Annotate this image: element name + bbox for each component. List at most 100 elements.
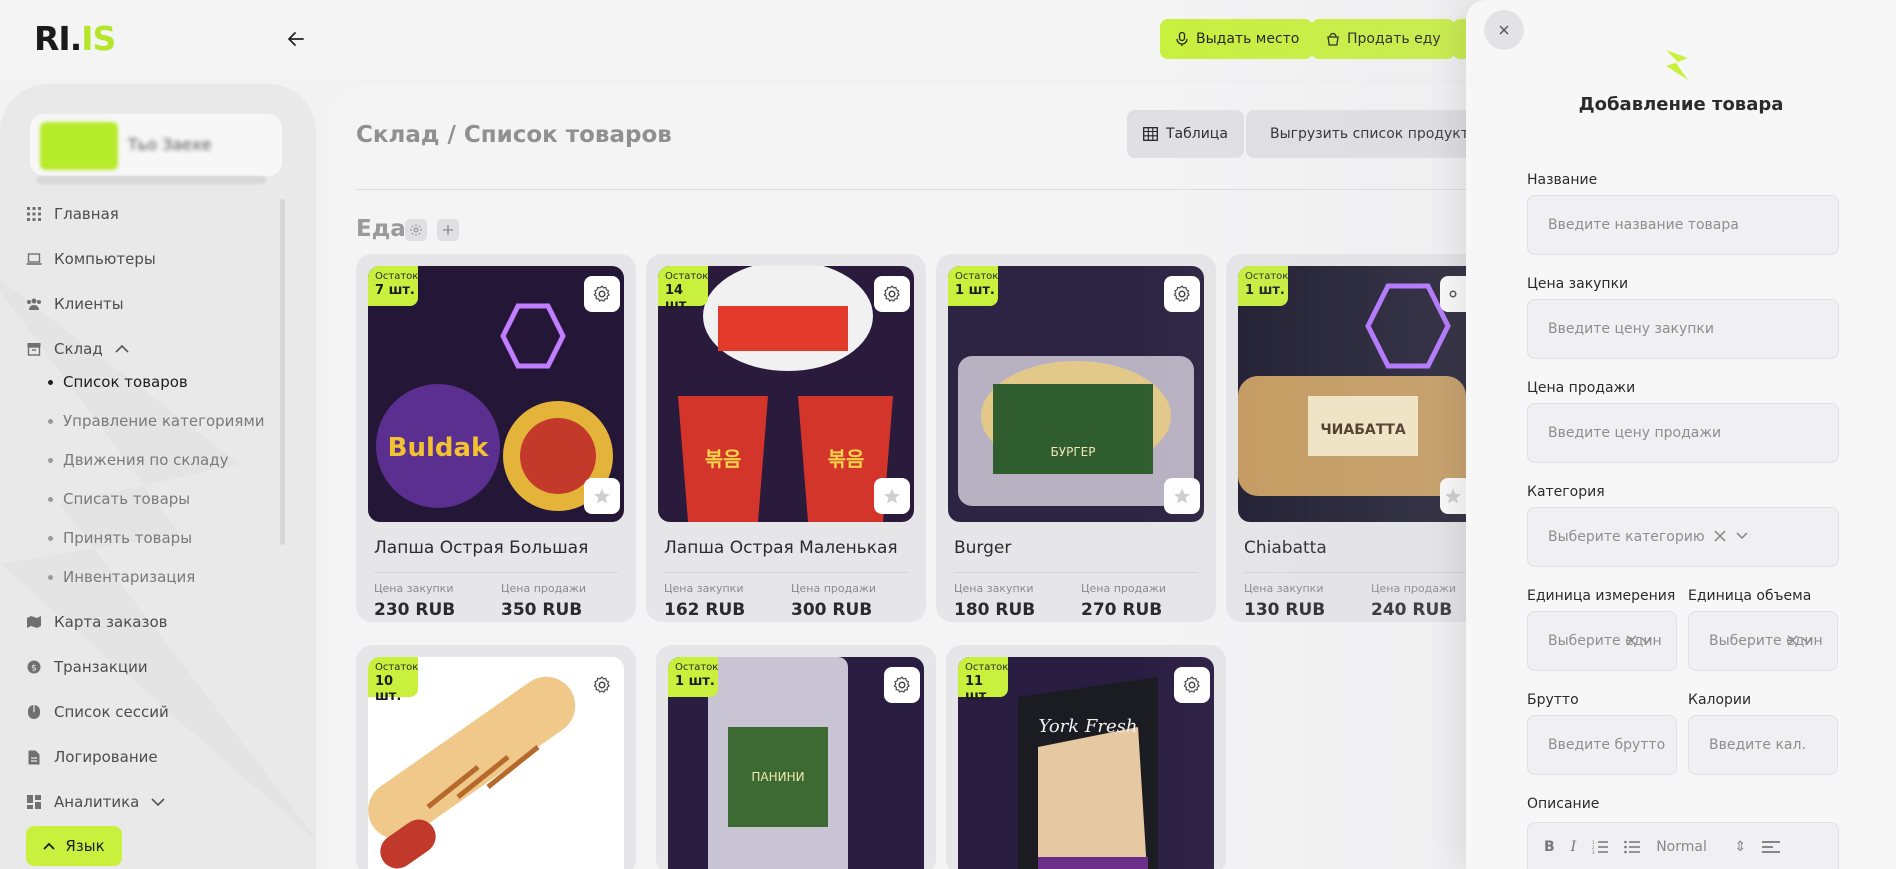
sidebar-item-label: Главная — [54, 205, 119, 223]
ordered-list-icon[interactable]: 123 — [1592, 840, 1609, 854]
assign-seat-button[interactable]: Выдать место — [1160, 19, 1314, 59]
back-button[interactable] — [282, 26, 310, 52]
purchase-price-input[interactable]: Введите цену закупки — [1527, 299, 1839, 359]
sidebar-item-logging[interactable]: Логирование — [26, 746, 158, 768]
sell-food-button[interactable]: Продать еду — [1311, 19, 1455, 59]
subitem-label: Движения по складу — [63, 451, 229, 469]
purchase-price-label: Цена закупки — [374, 582, 454, 595]
sidebar-subitem-categories[interactable]: Управление категориями — [44, 410, 265, 432]
unit-select[interactable]: Выберите един — [1527, 611, 1677, 671]
map-icon — [26, 614, 42, 630]
sidebar-item-home[interactable]: Главная — [26, 203, 119, 225]
sidebar-item-order-map[interactable]: Карта заказов — [26, 611, 167, 633]
category-select[interactable]: Выберите категорию — [1527, 507, 1839, 567]
italic-button[interactable]: I — [1571, 839, 1577, 855]
table-view-label: Таблица — [1166, 126, 1228, 142]
sidebar-subitem-receive[interactable]: Принять товары — [44, 527, 192, 549]
svg-text:Buldak: Buldak — [388, 433, 489, 463]
sidebar-item-transactions[interactable]: $ Транзакции — [26, 656, 148, 678]
drawer-title: Добавление товара — [1578, 94, 1784, 115]
stock-badge: Остаток 1 шт. — [668, 657, 718, 697]
clock-icon — [26, 704, 42, 720]
product-settings-button[interactable] — [874, 276, 910, 312]
export-products-button[interactable]: Выгрузить список продуктов — [1246, 110, 1466, 158]
product-settings-button[interactable] — [584, 276, 620, 312]
sale-price-label: Цена продажи — [501, 582, 587, 595]
sidebar-item-clients[interactable]: Клиенты — [26, 293, 124, 315]
product-card[interactable]: БУРГЕР Остаток 1 шт. Burger Цена закупки … — [936, 254, 1216, 622]
sidebar-subitem-write-off[interactable]: Списать товары — [44, 488, 190, 510]
logo-accent-text: IS — [81, 18, 116, 58]
product-card[interactable]: 볶음 볶음 Остаток 14 шт. Лапша Острая Маленька… — [646, 254, 926, 622]
sidebar-subitem-movements[interactable]: Движения по складу — [44, 449, 228, 471]
align-icon[interactable] — [1762, 840, 1781, 854]
sidebar-item-sessions[interactable]: Список сессий — [26, 701, 169, 723]
product-settings-button[interactable] — [1440, 276, 1466, 312]
bullet — [48, 457, 53, 463]
chevron-down-icon[interactable] — [1641, 637, 1652, 645]
club-selector[interactable]: Тьо Заехе — [30, 114, 282, 176]
laptop-icon — [26, 251, 42, 267]
product-card[interactable]: Остаток 10 шт. — [356, 645, 636, 869]
add-product-drawer: Добавление товара Название Введите назва… — [1466, 0, 1896, 869]
table-view-button[interactable]: Таблица — [1127, 110, 1244, 158]
purchase-price-label: Цена закупки — [954, 582, 1034, 595]
category-select-controls — [1714, 530, 1748, 542]
volume-unit-select[interactable]: Выберите един — [1688, 611, 1838, 671]
app-logo[interactable]: RI. IS — [34, 18, 116, 58]
chevron-up-icon — [43, 842, 55, 850]
product-card[interactable]: Buldak Остаток 7 шт. Лапша Острая Большая… — [356, 254, 636, 622]
calories-input[interactable]: Введите кал. — [1688, 715, 1838, 775]
stock-badge: Остаток 10 шт. — [368, 657, 418, 704]
product-settings-button[interactable] — [1164, 276, 1200, 312]
sidebar-item-analytics[interactable]: Аналитика — [26, 791, 165, 813]
product-card[interactable]: ЧИАБАТТА Остаток 1 шт. Chiabatta Цена зак… — [1226, 254, 1466, 622]
text-style-select[interactable]: Normal ⇕ — [1656, 839, 1746, 855]
chevron-down-icon[interactable] — [1736, 532, 1748, 540]
sidebar-scrollbar[interactable] — [280, 199, 285, 545]
favorite-button[interactable] — [584, 478, 620, 514]
bold-button[interactable]: B — [1544, 839, 1555, 855]
subitem-label: Списать товары — [63, 490, 191, 508]
clear-icon[interactable] — [1626, 635, 1637, 646]
bullet-list-icon[interactable] — [1624, 840, 1641, 854]
sale-price-input[interactable]: Введите цену продажи — [1527, 403, 1839, 463]
sidebar-item-label: Список сессий — [54, 703, 169, 721]
coin-icon: $ — [26, 659, 42, 675]
name-input[interactable]: Введите название товара — [1527, 195, 1839, 255]
favorite-button[interactable] — [874, 478, 910, 514]
language-button[interactable]: Язык — [26, 826, 122, 866]
arrow-left-icon — [288, 32, 304, 46]
svg-text:ПАНИНИ: ПАНИНИ — [751, 770, 804, 784]
subitem-label: Управление категориями — [63, 412, 265, 430]
add-product-button[interactable] — [437, 219, 459, 241]
club-subtitle — [36, 176, 266, 184]
clear-icon[interactable] — [1787, 635, 1798, 646]
product-card[interactable]: York Fresh Остаток 11 шт. — [946, 645, 1226, 869]
unit-label: Единица измерения — [1527, 588, 1676, 604]
sidebar-item-warehouse[interactable]: Склад — [26, 338, 129, 360]
gear-icon — [593, 285, 610, 302]
gross-input[interactable]: Введите брутто — [1527, 715, 1677, 775]
category-placeholder: Выберите категорию — [1548, 529, 1705, 545]
club-avatar — [40, 122, 118, 170]
clear-icon[interactable] — [1714, 530, 1726, 542]
close-drawer-button[interactable] — [1484, 10, 1524, 50]
category-settings-button[interactable] — [405, 219, 427, 241]
product-settings-button[interactable] — [1174, 667, 1210, 703]
header-divider — [356, 189, 1556, 190]
sidebar-item-computers[interactable]: Компьютеры — [26, 248, 156, 270]
sidebar-subitem-product-list[interactable]: Список товаров — [44, 371, 188, 393]
product-settings-button[interactable] — [884, 667, 920, 703]
svg-text:БУРГЕР: БУРГЕР — [1051, 445, 1096, 459]
bullet — [48, 535, 53, 541]
favorite-button[interactable] — [1164, 478, 1200, 514]
favorite-button[interactable] — [1440, 478, 1466, 514]
product-name: Chiabatta — [1244, 538, 1327, 558]
star-icon — [594, 488, 610, 504]
chevron-down-icon[interactable] — [1802, 637, 1813, 645]
product-settings-button[interactable] — [584, 667, 620, 703]
bullet — [48, 379, 53, 385]
product-card[interactable]: ПАНИНИ Остаток 1 шт. — [656, 645, 936, 869]
sidebar-subitem-inventory[interactable]: Инвентаризация — [44, 566, 195, 588]
